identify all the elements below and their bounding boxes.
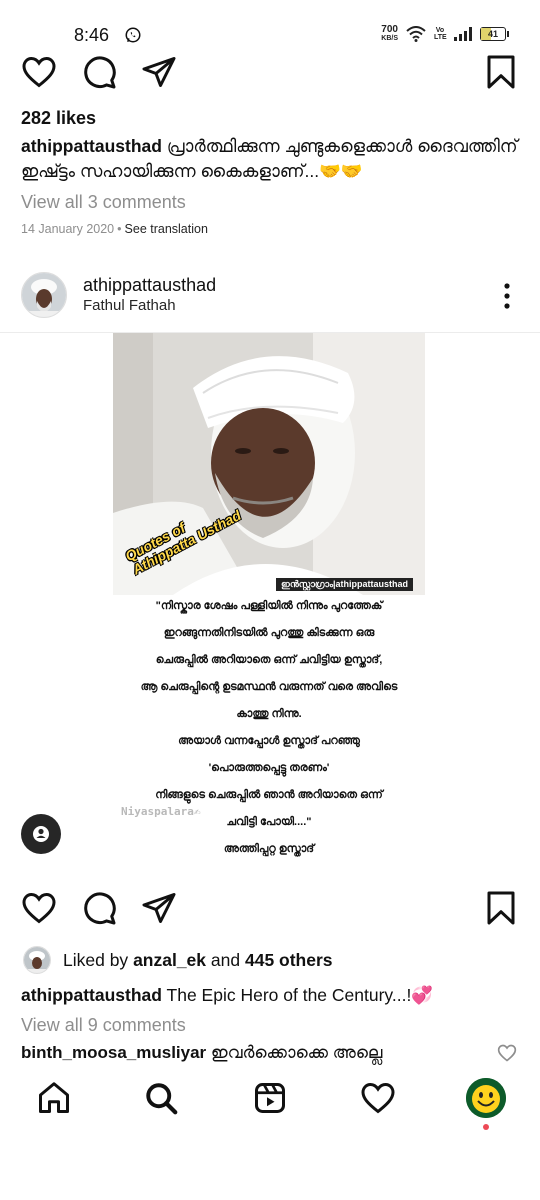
user-tag-icon: [33, 826, 49, 842]
wifi-icon: [406, 26, 426, 42]
post-location[interactable]: Fathul Fathah: [83, 297, 176, 314]
post-caption: athippattausthad പ്രാർത്ഥിക്കുന്ന ചുണ്ടു…: [21, 134, 526, 184]
quote-line: 'പൊരുത്തപ്പെട്ടു തരണം': [208, 762, 330, 774]
post-author-username[interactable]: athippattausthad: [83, 275, 216, 296]
view-comments-link[interactable]: View all 9 comments: [21, 1015, 186, 1036]
post-date: 14 January 2020: [21, 222, 115, 236]
post-image[interactable]: Quotes of Athippatta Usthad ഇൻസ്റ്റാഗ്രാ…: [113, 333, 425, 595]
user-tag-button[interactable]: [21, 814, 61, 854]
profile-avatar[interactable]: [466, 1078, 506, 1118]
activity-heart-icon[interactable]: [360, 1080, 396, 1116]
battery-level: 41: [487, 29, 498, 39]
heart-icon[interactable]: [21, 890, 57, 926]
post-date-row: 14 January 2020 • See translation: [21, 222, 208, 236]
network-speed-unit: KB/S: [381, 35, 398, 42]
date-separator: •: [117, 222, 122, 236]
battery-icon: 41: [480, 27, 509, 41]
volte-indicator: Vo LTE: [434, 27, 447, 41]
quote-line: അയാൾ വന്നപ്പോൾ ഉസ്താദ് പറഞ്ഞു: [178, 735, 360, 747]
status-indicators: 700 KB/S Vo LTE 41: [381, 25, 509, 43]
liked-by-row[interactable]: Liked by anzal_ek and 445 others: [63, 950, 333, 971]
liked-by-user[interactable]: anzal_ek: [133, 950, 206, 970]
liked-by-avatar[interactable]: [23, 946, 51, 974]
send-icon[interactable]: [141, 54, 177, 90]
comment-icon[interactable]: [81, 54, 117, 90]
more-vertical-icon[interactable]: [502, 283, 512, 309]
caption-username[interactable]: athippattausthad: [21, 985, 162, 1005]
quote-line: ഇറങ്ങുന്നതിനിടയിൽ പുറത്തു കിടക്കുന്ന ഒരു: [163, 627, 375, 639]
signal-icon: [454, 27, 472, 41]
post-caption: athippattausthad The Epic Hero of the Ce…: [21, 985, 433, 1006]
network-speed: 700 KB/S: [381, 25, 398, 43]
quote-line: ആ ചെരുപ്പിന്റെ ഉടമസ്ഥൻ വരുന്നത് വരെ അവിട…: [140, 681, 398, 693]
send-icon[interactable]: [141, 890, 177, 926]
image-watermark: Niyaspalara✍: [121, 805, 201, 818]
quote-line: "നിസ്കാര ശേഷം പള്ളിയിൽ നിന്നും പുറത്തേക്: [155, 600, 383, 612]
comment-icon[interactable]: [81, 890, 117, 926]
search-icon[interactable]: [143, 1080, 179, 1116]
image-quote-text: "നിസ്കാര ശേഷം പള്ളിയിൽ നിന്നും പുറത്തേക്…: [113, 595, 425, 865]
image-handle: ഇൻസ്റ്റാഗ്രാം|athippattausthad: [276, 578, 413, 591]
comment-preview: binth_moosa_musliyar ഇവർക്കൊക്കെ അല്ലെ: [21, 1043, 382, 1063]
bookmark-icon[interactable]: [483, 890, 519, 926]
bookmark-icon[interactable]: [483, 54, 519, 90]
caption-text: The Epic Hero of the Century...!💞: [166, 985, 434, 1005]
reels-icon[interactable]: [252, 1080, 288, 1116]
quote-line: അത്തിപ്പറ്റ ഉസ്താദ്: [223, 843, 315, 855]
comment-username[interactable]: binth_moosa_musliyar: [21, 1043, 206, 1062]
network-speed-value: 700: [381, 24, 398, 35]
comment-like-heart-icon[interactable]: [497, 1043, 517, 1063]
quote-line: കാത്തു നിന്നു.: [236, 708, 302, 720]
avatar[interactable]: [21, 272, 67, 318]
heart-icon[interactable]: [21, 54, 57, 90]
view-comments-link[interactable]: View all 3 comments: [21, 192, 186, 213]
liked-by-and: and: [210, 950, 241, 970]
status-time: 8:46: [74, 25, 110, 45]
quote-line: ചെരുപ്പിൽ അറിയാതെ ഒന്ന് ചവിട്ടിയ ഉസ്താദ്…: [155, 654, 383, 666]
home-icon[interactable]: [36, 1080, 72, 1116]
notification-dot: [483, 1124, 489, 1130]
caption-username[interactable]: athippattausthad: [21, 136, 162, 156]
likes-count[interactable]: 282 likes: [21, 108, 96, 129]
liked-by-others[interactable]: 445 others: [245, 950, 333, 970]
whatsapp-notification-icon: [124, 26, 142, 44]
see-translation-link[interactable]: See translation: [125, 222, 208, 236]
comment-text: ഇവർക്കൊക്കെ അല്ലെ: [210, 1043, 383, 1062]
liked-by-prefix: Liked by: [63, 950, 129, 970]
